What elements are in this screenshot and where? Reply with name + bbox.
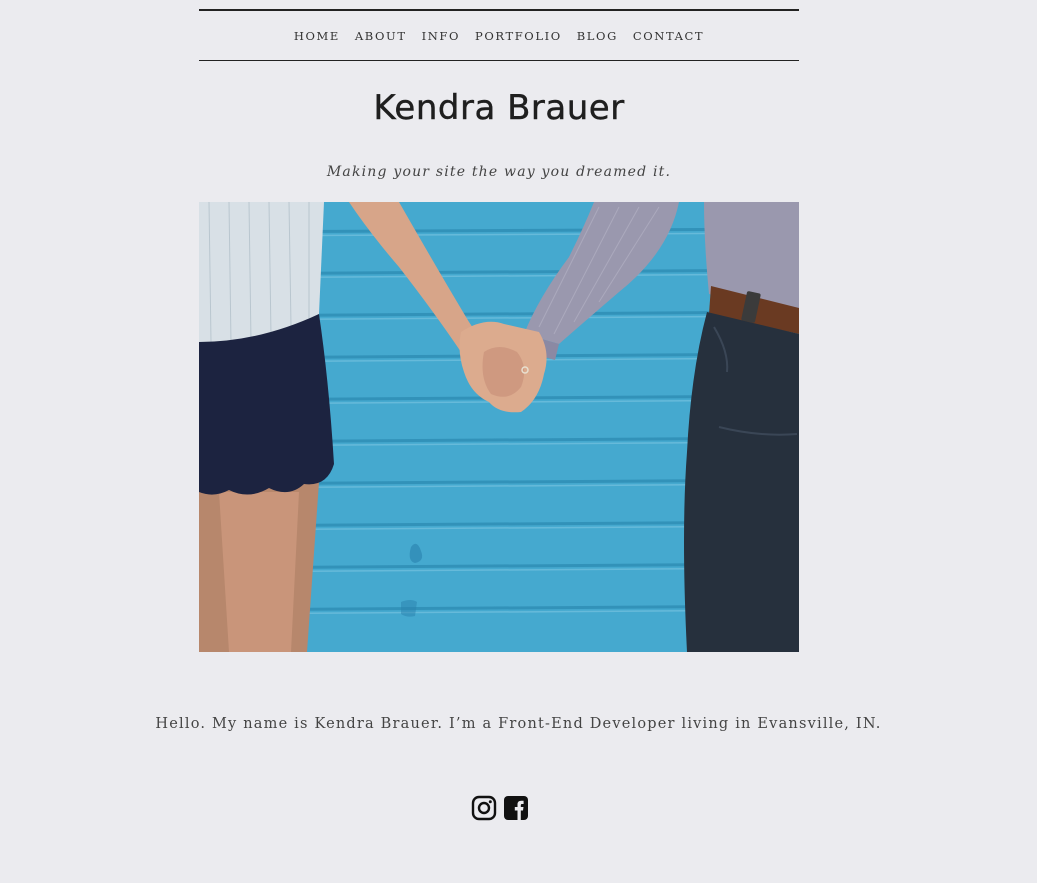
nav-link-info[interactable]: INFO <box>422 29 460 43</box>
nav-link-contact[interactable]: CONTACT <box>633 29 704 43</box>
social-links <box>0 795 1000 821</box>
instagram-icon[interactable] <box>471 795 497 821</box>
site-tagline: Making your site the way you dreamed it. <box>326 164 672 180</box>
main-nav: HOME ABOUT INFO PORTFOLIO BLOG CONTACT <box>199 9 799 61</box>
site-title: Kendra Brauer <box>373 88 625 128</box>
nav-link-portfolio[interactable]: PORTFOLIO <box>475 29 562 43</box>
nav-link-blog[interactable]: BLOG <box>577 29 618 43</box>
nav-link-home[interactable]: HOME <box>294 29 340 43</box>
facebook-icon[interactable] <box>503 795 529 821</box>
hero-image <box>199 202 799 652</box>
nav-link-about[interactable]: ABOUT <box>355 29 407 43</box>
intro-text: Hello. My name is Kendra Brauer. I’m a F… <box>155 716 882 732</box>
